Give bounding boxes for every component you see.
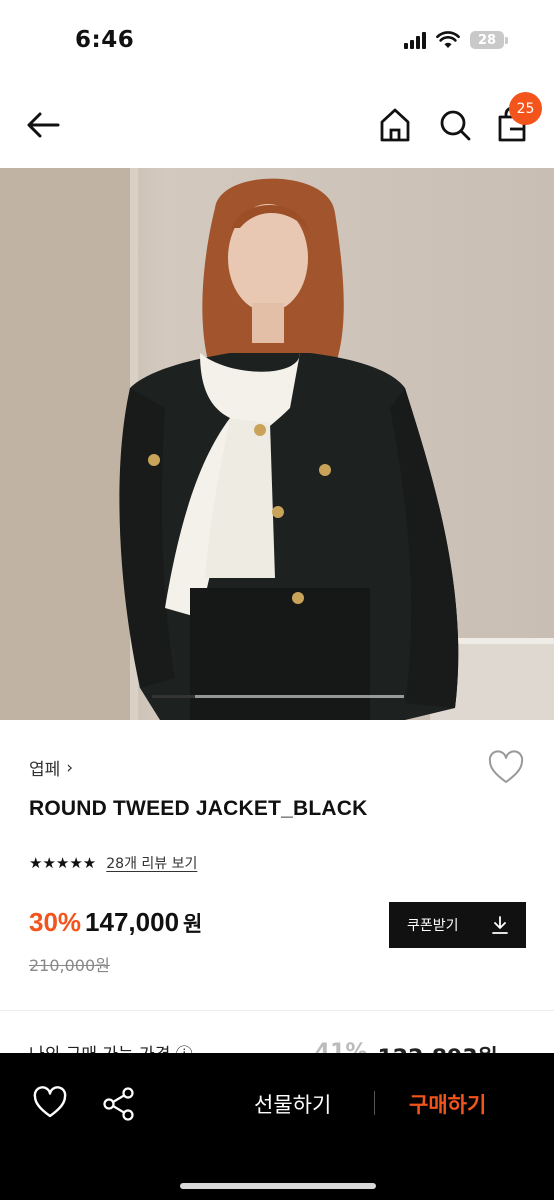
coupon-button[interactable]: 쿠폰받기 bbox=[389, 902, 526, 948]
status-time: 6:46 bbox=[75, 27, 135, 53]
heart-icon[interactable] bbox=[487, 750, 525, 786]
original-price: 210,000원 bbox=[29, 956, 110, 975]
price-unit: 원 bbox=[183, 912, 203, 936]
share-icon[interactable] bbox=[101, 1086, 137, 1122]
review-link[interactable]: 28개 리뷰 보기 bbox=[106, 853, 197, 873]
gift-button[interactable]: 선물하기 bbox=[254, 1089, 331, 1119]
star-rating-icon: ★★★★★ bbox=[29, 854, 97, 872]
search-icon[interactable] bbox=[436, 105, 474, 145]
wifi-icon bbox=[436, 31, 460, 48]
my-price-amount: 122,893원 ⌄ bbox=[377, 1040, 524, 1054]
signal-icon bbox=[404, 31, 426, 49]
section-divider bbox=[0, 1010, 554, 1011]
sale-price: 147,000 bbox=[85, 907, 180, 937]
slide-indicator bbox=[152, 695, 404, 698]
status-bar: 6:46 28 bbox=[0, 0, 554, 84]
my-price-label: 나의 구매 가능 가격 ⓘ bbox=[29, 1040, 193, 1054]
coupon-button-label: 쿠폰받기 bbox=[407, 918, 459, 934]
product-photo[interactable] bbox=[0, 168, 554, 720]
my-price-row[interactable]: 나의 구매 가능 가격 ⓘ 41% 122,893원 ⌄ bbox=[0, 1040, 554, 1054]
button-separator bbox=[374, 1091, 375, 1115]
buy-button[interactable]: 구매하기 bbox=[409, 1089, 486, 1119]
product-title: ROUND TWEED JACKET_BLACK bbox=[29, 797, 368, 820]
price-row: 30% 147,000 원 bbox=[29, 907, 202, 938]
nav-bar: 25 bbox=[0, 84, 554, 168]
home-icon[interactable] bbox=[376, 105, 414, 145]
chevron-right-icon: › bbox=[66, 757, 74, 778]
my-price-value: 41% 122,893원 ⌄ bbox=[315, 1040, 524, 1054]
status-icons: 28 bbox=[404, 31, 508, 49]
brand-name: 엽페 bbox=[29, 760, 61, 780]
download-icon bbox=[492, 916, 508, 934]
wishlist-heart-icon[interactable] bbox=[32, 1086, 68, 1120]
bottom-action-bar: 선물하기 구매하기 bbox=[0, 1053, 554, 1200]
cart-count-badge: 25 bbox=[509, 92, 542, 125]
home-indicator[interactable] bbox=[180, 1183, 376, 1189]
battery-level: 28 bbox=[470, 31, 504, 49]
back-arrow-icon[interactable] bbox=[22, 104, 64, 146]
rating-row: ★★★★★ 28개 리뷰 보기 bbox=[29, 853, 197, 873]
battery-icon: 28 bbox=[470, 31, 508, 49]
discount-rate: 30% bbox=[29, 907, 82, 937]
slide-indicator-progress bbox=[152, 695, 195, 698]
brand-link[interactable]: 엽페 › bbox=[29, 755, 74, 781]
my-price-discount: 41% bbox=[314, 1040, 368, 1054]
